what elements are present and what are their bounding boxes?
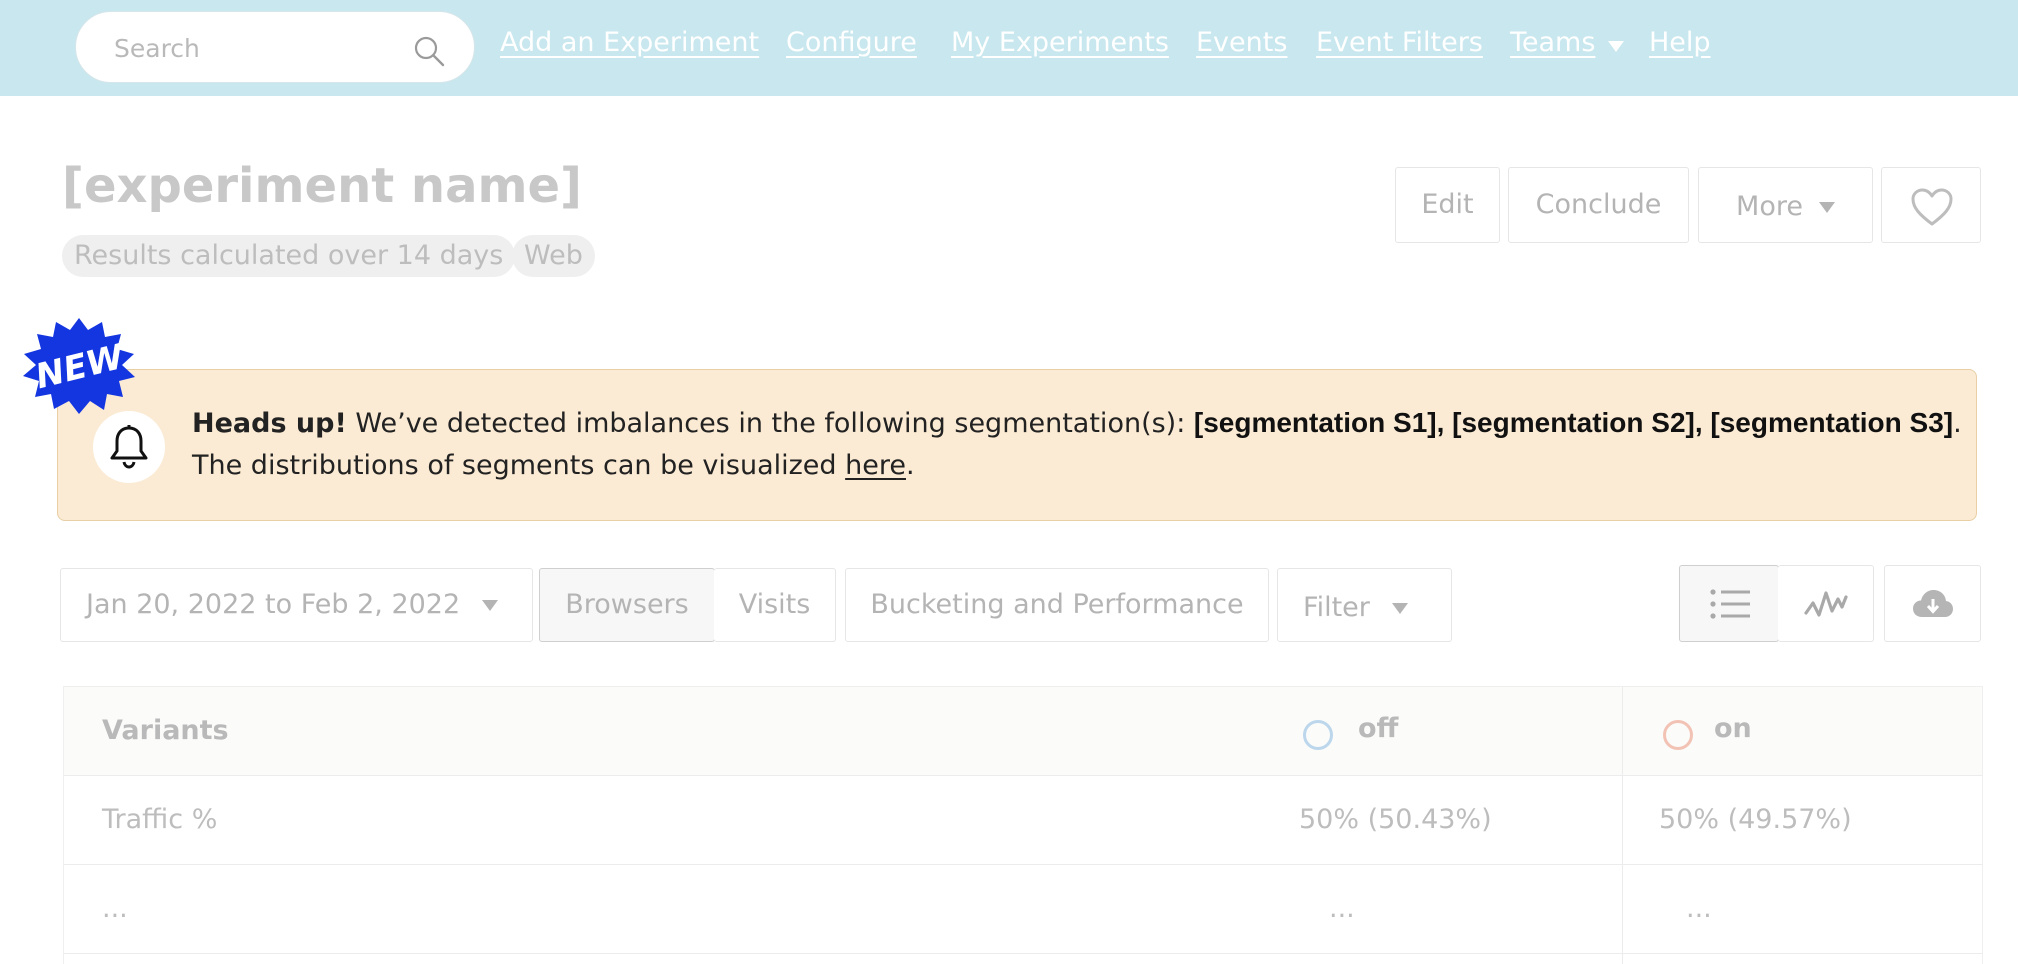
chevron-down-icon — [1818, 202, 1835, 213]
table-row: Traffic % 50% (50.43%) 50% (49.57%) — [64, 776, 1982, 865]
experiment-title: [experiment name] — [62, 158, 582, 214]
nav-link-configure[interactable]: Configure — [786, 27, 917, 58]
row-value-on: ... — [1686, 893, 1712, 924]
tab-visits-label: Visits — [738, 589, 811, 620]
chevron-down-icon — [482, 600, 499, 611]
nav-link-event-filters[interactable]: Event Filters — [1316, 27, 1483, 58]
bell-icon — [110, 425, 148, 469]
more-button-label: More — [1736, 191, 1803, 222]
nav-link-my-experiments[interactable]: My Experiments — [951, 27, 1169, 58]
filter-dropdown[interactable]: Filter — [1277, 568, 1452, 642]
edit-button[interactable]: Edit — [1395, 167, 1500, 243]
top-nav-bar: Add an Experiment Configure My Experimen… — [0, 0, 2018, 96]
imbalance-alert: Heads up! We’ve detected imbalances in t… — [57, 369, 1977, 521]
date-range-label: Jan 20, 2022 to Feb 2, 2022 — [86, 589, 461, 620]
alert-visualize-text: The distributions of segments can be vis… — [192, 450, 846, 481]
nav-link-add-experiment[interactable]: Add an Experiment — [500, 27, 759, 58]
table-header-row: Variants off on — [64, 687, 1982, 776]
chart-view-button[interactable] — [1778, 565, 1874, 642]
row-label: Traffic % — [102, 804, 218, 835]
nav-link-events[interactable]: Events — [1196, 27, 1287, 58]
tab-browsers-label: Browsers — [565, 589, 689, 620]
variant-off-header: off — [1358, 713, 1399, 744]
variant-off-color-icon — [1303, 720, 1333, 750]
row-value-on: 50% (49.57%) — [1659, 804, 1852, 835]
alert-message-text: We’ve detected imbalances in the followi… — [346, 408, 1194, 439]
variant-on-color-icon — [1663, 720, 1693, 750]
row-label: ... — [102, 893, 128, 924]
row-value-off: ... — [1329, 893, 1355, 924]
alert-message-line2: The distributions of segments can be vis… — [192, 450, 915, 481]
tab-visits[interactable]: Visits — [714, 568, 836, 642]
alert-message-line1: Heads up! We’ve detected imbalances in t… — [192, 407, 1962, 439]
results-duration-tag: Results calculated over 14 days — [62, 235, 516, 277]
conclude-button[interactable]: Conclude — [1508, 167, 1689, 243]
alert-segmentations: [segmentation S1], [segmentation S2], [s… — [1193, 407, 1954, 438]
download-button[interactable] — [1884, 565, 1981, 642]
date-range-dropdown[interactable]: Jan 20, 2022 to Feb 2, 2022 — [60, 568, 533, 642]
alert-period: . — [1953, 408, 1962, 439]
new-badge: NEW — [23, 318, 135, 414]
nav-link-teams[interactable]: Teams — [1510, 27, 1595, 58]
results-table: Variants off on Traffic % 50% (50.43%) 5… — [63, 686, 1983, 964]
list-view-button[interactable] — [1679, 565, 1779, 642]
search-input[interactable] — [114, 30, 404, 66]
alert-here-link[interactable]: here — [845, 450, 906, 481]
column-divider — [1622, 687, 1623, 964]
chevron-down-icon — [1391, 603, 1408, 614]
nav-link-help[interactable]: Help — [1649, 27, 1711, 58]
tab-browsers[interactable]: Browsers — [539, 568, 715, 642]
list-icon — [1710, 589, 1750, 619]
alert-heads-up: Heads up! — [192, 408, 347, 439]
search-box[interactable] — [75, 11, 475, 83]
line-chart-icon — [1804, 591, 1848, 617]
variant-on-header: on — [1714, 713, 1752, 744]
teams-dropdown-caret-icon[interactable] — [1608, 41, 1624, 52]
edit-button-label: Edit — [1421, 189, 1474, 220]
table-row: ... ... ... — [64, 865, 1982, 954]
bucketing-performance-button[interactable]: Bucketing and Performance — [845, 568, 1269, 642]
cloud-download-icon — [1913, 590, 1953, 617]
filter-label: Filter — [1303, 592, 1370, 623]
favorite-button[interactable] — [1881, 167, 1981, 243]
more-dropdown-button[interactable]: More — [1698, 167, 1873, 243]
variants-header: Variants — [102, 715, 229, 746]
alert-line2-period: . — [905, 450, 915, 481]
bucketing-performance-label: Bucketing and Performance — [870, 589, 1244, 620]
conclude-button-label: Conclude — [1535, 189, 1662, 220]
search-icon[interactable] — [412, 34, 446, 68]
platform-tag: Web — [512, 235, 595, 277]
heart-icon — [1911, 188, 1953, 226]
row-value-off: 50% (50.43%) — [1299, 804, 1492, 835]
bell-icon-circle — [93, 411, 165, 483]
